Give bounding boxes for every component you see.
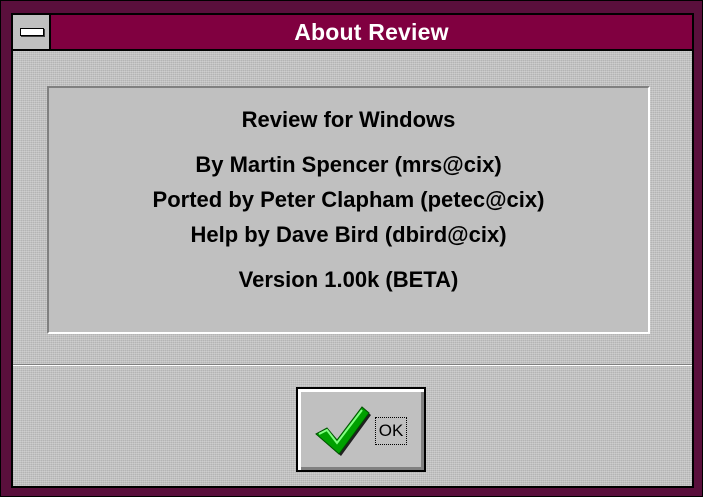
dialog-client-area: Review for Windows By Martin Spencer (mr… (11, 51, 694, 488)
title-bar[interactable]: About Review (11, 13, 694, 51)
ok-button-label: OK (375, 417, 407, 445)
author-text: By Martin Spencer (mrs@cix) (195, 152, 502, 177)
system-menu-icon (20, 28, 44, 36)
ok-button[interactable]: OK (296, 387, 426, 472)
system-menu-button[interactable] (13, 15, 51, 49)
version-text: Version 1.00k (BETA) (238, 267, 459, 292)
help-credit-text: Help by Dave Bird (dbird@cix) (190, 222, 507, 247)
about-info-panel: Review for Windows By Martin Spencer (mr… (47, 86, 650, 334)
app-name-text: Review for Windows (241, 107, 456, 132)
window-title: About Review (294, 19, 449, 45)
checkmark-icon (315, 406, 371, 456)
porter-text: Ported by Peter Clapham (petec@cix) (152, 187, 545, 212)
separator-line (13, 364, 692, 366)
about-dialog: About Review Review for Windows By Marti… (0, 0, 703, 497)
